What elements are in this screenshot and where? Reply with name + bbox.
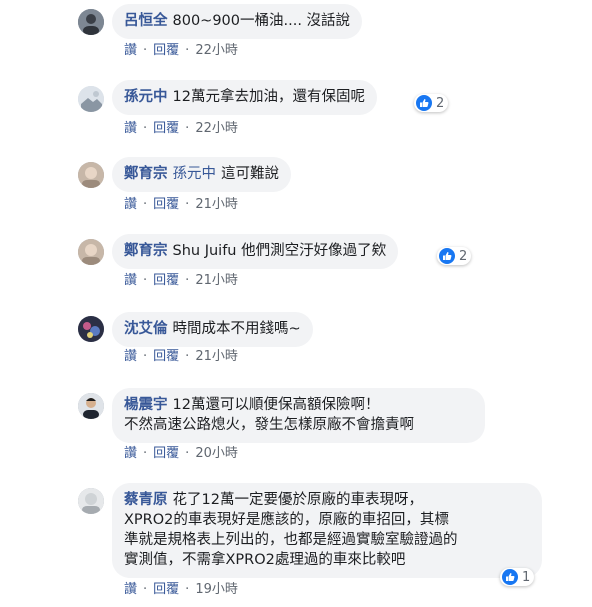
separator-dot: · [185, 43, 190, 58]
separator-dot: · [185, 121, 190, 136]
comment-bubble: 孫元中 12萬元拿去加油，還有保固呢 [112, 80, 377, 115]
thumbs-up-icon [416, 95, 432, 111]
comment-text: XPRO2的車表現好是應該的，原廠的車招回，其標 [124, 512, 449, 528]
like-button[interactable]: 讚 [124, 446, 137, 462]
separator-dot: · [143, 273, 148, 288]
mention-link[interactable]: 孫元中 [173, 166, 217, 182]
comment-author[interactable]: 楊震宇 [124, 397, 168, 413]
like-button[interactable]: 讚 [124, 273, 137, 289]
comment-author[interactable]: 鄭育宗 [124, 166, 168, 182]
comment-actions: 讚 · 回覆 · 19小時 [124, 582, 238, 598]
comment-text: 800~900一桶油.... 沒話說 [172, 13, 351, 29]
comment-actions: 讚 · 回覆 · 22小時 [124, 43, 238, 59]
comment-author[interactable]: 鄭育宗 [124, 243, 168, 259]
comment-bubble: 蔡青原 花了12萬一定要優於原廠的車表現呀， XPRO2的車表現好是應該的，原廠的… [112, 483, 542, 578]
comment-author[interactable]: 孫元中 [124, 89, 168, 105]
like-count: 2 [459, 248, 468, 264]
separator-dot: · [185, 273, 190, 288]
comment-line: 楊震宇 12萬還可以順便保高額保險啊！ [124, 395, 473, 415]
comment-bubble: 沈艾倫 時間成本不用錢嗎~ [112, 312, 313, 347]
comment-bubble: 鄭育宗 孫元中 這可難說 [112, 157, 291, 192]
like-count: 2 [436, 95, 445, 111]
like-count-badge[interactable]: 1 [500, 568, 535, 586]
comment-time[interactable]: 19小時 [195, 582, 238, 598]
comment-text: 不然高速公路熄火，發生怎樣原廠不會擔責啊 [124, 417, 414, 433]
reply-button[interactable]: 回覆 [153, 349, 179, 365]
like-button[interactable]: 讚 [124, 197, 137, 213]
comment-time[interactable]: 21小時 [195, 273, 238, 289]
thumbs-up-icon [439, 248, 455, 264]
separator-dot: · [143, 582, 148, 597]
reply-button[interactable]: 回覆 [153, 273, 179, 289]
avatar[interactable] [78, 86, 104, 112]
comment-bubble: 楊震宇 12萬還可以順便保高額保險啊！ 不然高速公路熄火，發生怎樣原廠不會擔責啊 [112, 388, 485, 443]
separator-dot: · [185, 582, 190, 597]
reply-button[interactable]: 回覆 [153, 582, 179, 598]
thumbs-up-icon [502, 569, 518, 585]
comment-text: 時間成本不用錢嗎~ [172, 321, 301, 337]
comment-time[interactable]: 21小時 [195, 349, 238, 365]
reply-button[interactable]: 回覆 [153, 197, 179, 213]
like-button[interactable]: 讚 [124, 43, 137, 59]
like-button[interactable]: 讚 [124, 121, 137, 137]
avatar[interactable] [78, 9, 104, 35]
comment-line: 蔡青原 花了12萬一定要優於原廠的車表現呀， [124, 490, 534, 510]
comment-time[interactable]: 21小時 [195, 197, 238, 213]
comment-text: Shu Juifu 他們測空汙好像過了欸 [172, 243, 387, 259]
separator-dot: · [143, 349, 148, 364]
avatar[interactable] [78, 162, 104, 188]
avatar[interactable] [78, 239, 104, 265]
like-count-badge[interactable]: 2 [437, 247, 472, 265]
reply-button[interactable]: 回覆 [153, 121, 179, 137]
separator-dot: · [185, 197, 190, 212]
reply-button[interactable]: 回覆 [153, 43, 179, 59]
comment-text: 實測值，不需拿XPRO2處理過的車來比較吧 [124, 552, 406, 568]
comment-time[interactable]: 20小時 [195, 446, 238, 462]
comment-bubble: 呂恒全 800~900一桶油.... 沒話說 [112, 4, 363, 39]
separator-dot: · [143, 446, 148, 461]
comment-actions: 讚 · 回覆 · 21小時 [124, 197, 238, 213]
comment-actions: 讚 · 回覆 · 22小時 [124, 121, 238, 137]
comment-actions: 讚 · 回覆 · 21小時 [124, 349, 238, 365]
comment-actions: 讚 · 回覆 · 21小時 [124, 273, 238, 289]
comment-text: 準就是規格表上列出的，也都是經過實驗室驗證過的 [124, 532, 458, 548]
like-count-badge[interactable]: 2 [414, 94, 449, 112]
separator-dot: · [143, 197, 148, 212]
comment-author[interactable]: 蔡青原 [124, 492, 168, 508]
avatar[interactable] [78, 393, 104, 419]
like-button[interactable]: 讚 [124, 582, 137, 598]
like-count: 1 [522, 569, 531, 585]
comment-text: 這可難說 [221, 166, 279, 182]
separator-dot: · [143, 121, 148, 136]
comment-author[interactable]: 呂恒全 [124, 13, 168, 29]
comment-time[interactable]: 22小時 [195, 43, 238, 59]
reply-button[interactable]: 回覆 [153, 446, 179, 462]
separator-dot: · [185, 349, 190, 364]
separator-dot: · [185, 446, 190, 461]
comment-text: 12萬還可以順便保高額保險啊！ [172, 397, 380, 413]
comment-bubble: 鄭育宗 Shu Juifu 他們測空汙好像過了欸 [112, 234, 399, 269]
comment-text: 12萬元拿去加油，還有保固呢 [172, 89, 365, 105]
comment-author[interactable]: 沈艾倫 [124, 321, 168, 337]
comment-actions: 讚 · 回覆 · 20小時 [124, 446, 238, 462]
avatar[interactable] [78, 316, 104, 342]
comment-text: 花了12萬一定要優於原廠的車表現呀， [172, 492, 423, 508]
avatar[interactable] [78, 488, 104, 514]
separator-dot: · [143, 43, 148, 58]
comment-time[interactable]: 22小時 [195, 121, 238, 137]
like-button[interactable]: 讚 [124, 349, 137, 365]
